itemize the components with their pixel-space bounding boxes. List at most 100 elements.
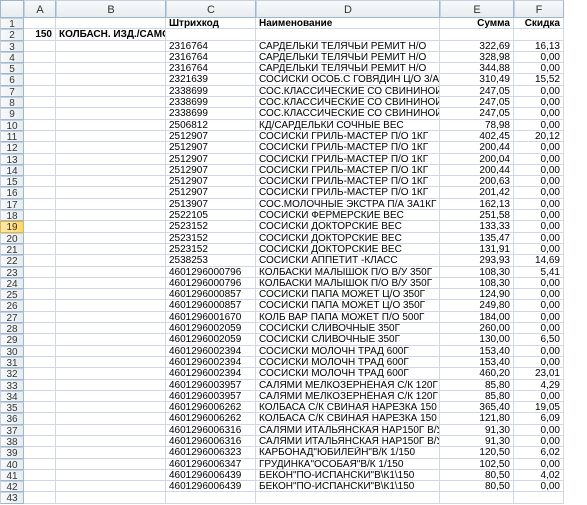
discount-cell[interactable]: 0,00 bbox=[514, 459, 564, 470]
barcode-cell[interactable]: 2523152 bbox=[166, 221, 256, 232]
sum-cell[interactable]: 247,05 bbox=[440, 86, 514, 97]
cell[interactable] bbox=[56, 357, 166, 368]
name-cell[interactable]: СОСИСКИ ГРИЛЬ-МАСТЕР П/О 1КГ bbox=[256, 142, 440, 153]
row-header[interactable]: 12 bbox=[0, 142, 24, 153]
discount-cell[interactable]: 4,02 bbox=[514, 470, 564, 481]
barcode-cell[interactable]: 4601296002394 bbox=[166, 346, 256, 357]
discount-cell[interactable]: 0,00 bbox=[514, 244, 564, 255]
barcode-cell[interactable]: 2316764 bbox=[166, 63, 256, 74]
cell[interactable] bbox=[56, 210, 166, 221]
name-cell[interactable]: СОСИСКИ МОЛОЧН ТРАД 600Г bbox=[256, 357, 440, 368]
cell[interactable] bbox=[24, 86, 56, 97]
header-cell[interactable]: Наименование bbox=[256, 18, 440, 29]
row-header[interactable]: 37 bbox=[0, 425, 24, 436]
barcode-cell[interactable]: 4601296002059 bbox=[166, 323, 256, 334]
name-cell[interactable]: СОСИСКИ МОЛОЧН ТРАД 600Г bbox=[256, 346, 440, 357]
discount-cell[interactable]: 0,00 bbox=[514, 165, 564, 176]
sum-cell[interactable]: 200,63 bbox=[440, 176, 514, 187]
discount-cell[interactable]: 0,00 bbox=[514, 97, 564, 108]
sum-cell[interactable]: 200,44 bbox=[440, 142, 514, 153]
cell[interactable] bbox=[56, 86, 166, 97]
discount-cell[interactable]: 5,41 bbox=[514, 267, 564, 278]
header-cell[interactable] bbox=[56, 18, 166, 29]
cell[interactable] bbox=[24, 187, 56, 198]
cell[interactable] bbox=[24, 481, 56, 492]
discount-cell[interactable]: 0,00 bbox=[514, 391, 564, 402]
sum-cell[interactable]: 247,05 bbox=[440, 108, 514, 119]
name-cell[interactable]: СОСИСКИ ГРИЛЬ-МАСТЕР П/О 1КГ bbox=[256, 176, 440, 187]
sum-cell[interactable]: 200,44 bbox=[440, 165, 514, 176]
cell[interactable] bbox=[24, 244, 56, 255]
cell[interactable] bbox=[24, 334, 56, 345]
name-cell[interactable]: САЛЯМИ МЕЛКОЗЕРНЁНАЯ С/К 120Г bbox=[256, 391, 440, 402]
row-header[interactable]: 43 bbox=[0, 492, 24, 503]
row-header[interactable]: 31 bbox=[0, 357, 24, 368]
discount-cell[interactable]: 0,00 bbox=[514, 52, 564, 63]
barcode-cell[interactable]: 4601296006439 bbox=[166, 481, 256, 492]
name-cell[interactable]: КАРБОНАД"ЮБИЛЕЙН"В/К 1/150 bbox=[256, 447, 440, 458]
row-header[interactable]: 41 bbox=[0, 470, 24, 481]
barcode-cell[interactable]: 2338699 bbox=[166, 86, 256, 97]
header-cell[interactable]: Штрихкод bbox=[166, 18, 256, 29]
cell[interactable] bbox=[24, 165, 56, 176]
name-cell[interactable]: КОЛБАСКИ МАЛЫШОК П/О В/У 350Г bbox=[256, 267, 440, 278]
row-header[interactable]: 38 bbox=[0, 436, 24, 447]
cell[interactable] bbox=[24, 233, 56, 244]
name-cell[interactable]: КОЛБАСКИ МАЛЫШОК П/О В/У 350Г bbox=[256, 278, 440, 289]
name-cell[interactable]: КОЛБАСА С/К СВИНАЯ НАРЕЗКА 150 bbox=[256, 413, 440, 424]
header-cell[interactable]: Сумма bbox=[440, 18, 514, 29]
sum-cell[interactable]: 85,80 bbox=[440, 391, 514, 402]
cell[interactable] bbox=[24, 255, 56, 266]
cell[interactable] bbox=[166, 492, 256, 503]
cell[interactable] bbox=[56, 391, 166, 402]
name-cell[interactable]: СОС.КЛАССИЧЕСКИЕ СО СВИНИНОЙ bbox=[256, 86, 440, 97]
name-cell[interactable]: СОСИСКИ ДОКТОРСКИЕ ВЕС bbox=[256, 233, 440, 244]
col-header-B[interactable]: B bbox=[56, 0, 166, 18]
cell[interactable] bbox=[56, 481, 166, 492]
name-cell[interactable]: СОСИСКИ СЛИВОЧНЫЕ 350Г bbox=[256, 334, 440, 345]
col-header-E[interactable]: E bbox=[440, 0, 514, 18]
cell[interactable] bbox=[24, 63, 56, 74]
discount-cell[interactable]: 20,12 bbox=[514, 131, 564, 142]
sum-cell[interactable]: 91,30 bbox=[440, 436, 514, 447]
barcode-cell[interactable]: 4601296000857 bbox=[166, 300, 256, 311]
cell[interactable] bbox=[24, 154, 56, 165]
cell[interactable] bbox=[514, 492, 564, 503]
barcode-cell[interactable]: 4601296006347 bbox=[166, 459, 256, 470]
cell[interactable] bbox=[256, 492, 440, 503]
cell[interactable] bbox=[24, 346, 56, 357]
cell[interactable] bbox=[56, 97, 166, 108]
discount-cell[interactable]: 0,00 bbox=[514, 142, 564, 153]
name-cell[interactable]: БЕКОН"ПО-ИСПАНСКИ"В\К1\150 bbox=[256, 481, 440, 492]
barcode-cell[interactable]: 2512907 bbox=[166, 176, 256, 187]
barcode-cell[interactable]: 2512907 bbox=[166, 142, 256, 153]
sum-cell[interactable]: 153,40 bbox=[440, 346, 514, 357]
cell[interactable] bbox=[56, 402, 166, 413]
cell[interactable] bbox=[514, 29, 564, 40]
select-all-corner[interactable] bbox=[0, 0, 24, 18]
barcode-cell[interactable]: 2338699 bbox=[166, 108, 256, 119]
discount-cell[interactable]: 0,00 bbox=[514, 436, 564, 447]
row-header[interactable]: 23 bbox=[0, 267, 24, 278]
sum-cell[interactable]: 121,80 bbox=[440, 413, 514, 424]
cell[interactable] bbox=[56, 108, 166, 119]
row-header[interactable]: 24 bbox=[0, 278, 24, 289]
cell[interactable] bbox=[56, 142, 166, 153]
sum-cell[interactable]: 91,30 bbox=[440, 425, 514, 436]
row-header[interactable]: 29 bbox=[0, 334, 24, 345]
discount-cell[interactable]: 0,00 bbox=[514, 187, 564, 198]
cell[interactable] bbox=[24, 323, 56, 334]
sum-cell[interactable]: 251,58 bbox=[440, 210, 514, 221]
name-cell[interactable]: СОСИСКИ МОЛОЧН ТРАД 600Г bbox=[256, 368, 440, 379]
row-header[interactable]: 40 bbox=[0, 459, 24, 470]
cell[interactable] bbox=[24, 289, 56, 300]
sum-cell[interactable]: 460,20 bbox=[440, 368, 514, 379]
cell[interactable] bbox=[56, 52, 166, 63]
discount-cell[interactable]: 0,00 bbox=[514, 300, 564, 311]
discount-cell[interactable]: 0,00 bbox=[514, 210, 564, 221]
barcode-cell[interactable]: 4601296006323 bbox=[166, 447, 256, 458]
name-cell[interactable]: САЛЯМИ ИТАЛЬЯНСКАЯ НАР150Г В/У bbox=[256, 425, 440, 436]
barcode-cell[interactable]: 2513907 bbox=[166, 199, 256, 210]
sum-cell[interactable]: 249,80 bbox=[440, 300, 514, 311]
row-header[interactable]: 20 bbox=[0, 233, 24, 244]
